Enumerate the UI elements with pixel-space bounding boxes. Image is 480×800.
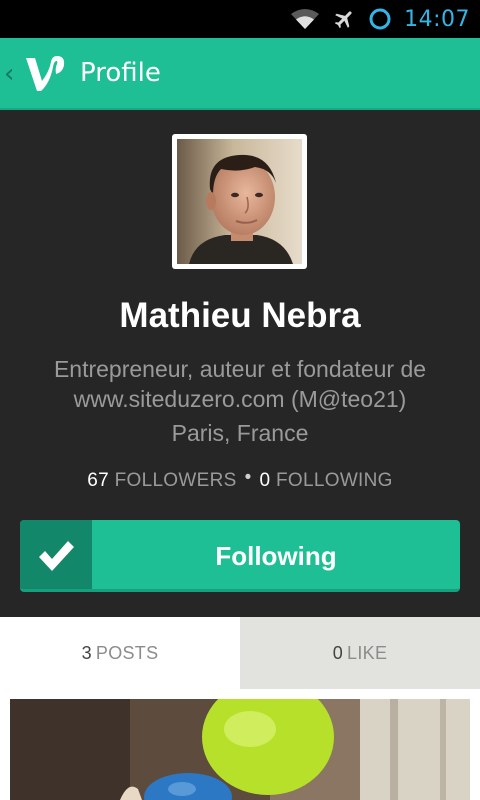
tab-likes[interactable]: 0 LIKE (240, 617, 480, 689)
post-image (10, 699, 470, 800)
following-button[interactable]: Following (20, 520, 460, 592)
followers-label: FOLLOWERS (114, 470, 237, 491)
follow-stats: 67 FOLLOWERS • 0 FOLLOWING (0, 467, 480, 492)
following-stat[interactable]: 0 FOLLOWING (260, 470, 393, 491)
airplane-mode-icon (332, 7, 356, 31)
action-bar: ‹ Profile (0, 38, 480, 110)
checkmark-icon (20, 520, 92, 589)
followers-count: 67 (87, 470, 109, 491)
profile-bio: Entrepreneur, auteur et fondateur de www… (53, 356, 427, 412)
profile-location: Paris, France (171, 420, 309, 446)
profile-header: Mathieu Nebra Entrepreneur, auteur et fo… (0, 110, 480, 617)
page-title: Profile (80, 58, 161, 88)
status-icons: 14:07 (290, 0, 470, 38)
tab-posts[interactable]: 3 POSTS (0, 617, 240, 689)
status-bar: 14:07 (0, 0, 480, 38)
tab-posts-count: 3 (81, 642, 92, 663)
profile-name: Mathieu Nebra (119, 296, 361, 335)
tab-likes-count: 0 (332, 642, 344, 663)
clock: 14:07 (404, 6, 470, 32)
tab-likes-label: LIKE (347, 642, 388, 663)
sync-circle-icon (368, 7, 392, 31)
followers-stat[interactable]: 67 FOLLOWERS (87, 470, 236, 491)
following-button-label: Following (215, 541, 337, 571)
avatar (177, 139, 302, 264)
following-count: 0 (259, 470, 271, 491)
tab-posts-label: POSTS (95, 642, 159, 663)
profile-tabs: 3 POSTS 0 LIKE (0, 617, 480, 689)
post-thumbnail[interactable] (10, 699, 470, 800)
avatar-frame (172, 134, 307, 269)
posts-feed (0, 689, 480, 800)
following-label: FOLLOWING (276, 470, 393, 491)
stats-separator: • (244, 467, 252, 488)
chevron-left-icon[interactable]: ‹ (4, 60, 14, 88)
wifi-icon (290, 8, 320, 30)
vine-logo[interactable] (22, 50, 68, 96)
